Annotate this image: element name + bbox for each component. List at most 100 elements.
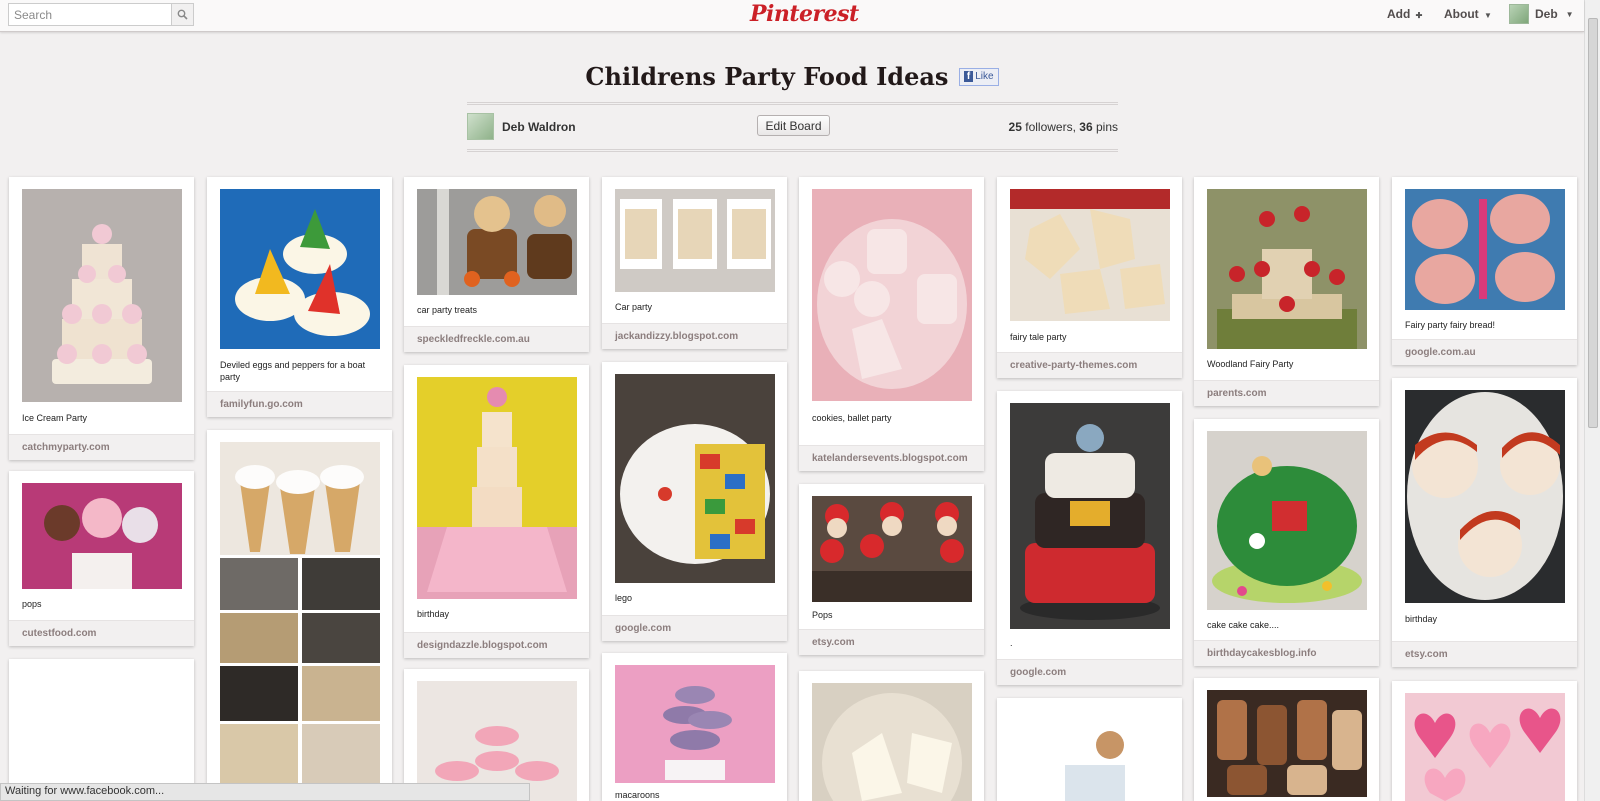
pin-card[interactable]: Deviled eggs and peppers for a boat part…	[207, 177, 392, 417]
board-owner[interactable]: Deb Waldron	[467, 113, 576, 140]
pin-source-link[interactable]: speckledfreckle.com.au	[404, 326, 589, 352]
pin-description: lego	[615, 593, 633, 603]
pin-image[interactable]	[1010, 403, 1170, 629]
pin-source-link[interactable]: cutestfood.com	[9, 620, 194, 646]
pin-description: pops	[22, 599, 42, 609]
pin-description: Car party	[615, 302, 653, 312]
pin-description: Woodland Fairy Party	[1207, 359, 1294, 369]
board-meta: Deb Waldron Edit Board 25 followers, 36 …	[467, 102, 1118, 152]
pin-image[interactable]	[220, 442, 380, 787]
pin-card[interactable]: macaroons	[602, 653, 787, 801]
pin-source-link[interactable]: catchmyparty.com	[9, 434, 194, 460]
pin-source-link[interactable]: parents.com	[1194, 380, 1379, 406]
nav-user-menu[interactable]: Deb ▼	[1509, 4, 1574, 24]
pin-source-link[interactable]: katelandersevents.blogspot.com	[799, 445, 984, 471]
pin-image[interactable]	[615, 374, 775, 583]
pin-card[interactable]: car party treats speckledfreckle.com.au	[404, 177, 589, 352]
pin-description: Pops	[812, 610, 833, 620]
pin-image[interactable]	[1405, 693, 1565, 801]
search-icon	[177, 9, 188, 20]
owner-name: Deb Waldron	[502, 119, 576, 134]
pin-image[interactable]	[812, 189, 972, 401]
search-input[interactable]	[8, 3, 171, 26]
pin-image[interactable]	[1207, 431, 1367, 610]
pin-image[interactable]	[22, 671, 182, 797]
nav-about-menu[interactable]: About ▼	[1444, 7, 1492, 21]
pin-description: birthday	[1405, 614, 1438, 624]
pin-card[interactable]: cake cake cake.... birthdaycakesblog.inf…	[1194, 419, 1379, 666]
pin-description: cake cake cake....	[1207, 620, 1280, 630]
pin-card[interactable]: birthday designdazzle.blogspot.com	[404, 365, 589, 658]
pin-card[interactable]: Car party jackandizzy.blogspot.com	[602, 177, 787, 349]
pin-image[interactable]	[417, 189, 577, 295]
pin-card[interactable]	[9, 659, 194, 801]
pin-card[interactable]: fairy tale party creative-party-themes.c…	[997, 177, 1182, 378]
pin-card[interactable]	[207, 430, 392, 801]
pin-source-link[interactable]: birthdaycakesblog.info	[1194, 640, 1379, 666]
pin-source-link[interactable]: jackandizzy.blogspot.com	[602, 323, 787, 349]
pin-card[interactable]: . google.com	[997, 391, 1182, 685]
pin-description: Deviled eggs and peppers for a boat part…	[220, 360, 366, 382]
nav-add-label: Add	[1387, 7, 1411, 21]
pin-image[interactable]	[1010, 710, 1170, 801]
pin-card[interactable]: Pops etsy.com	[799, 484, 984, 655]
pin-source-link[interactable]: google.com	[997, 659, 1182, 685]
pin-image[interactable]	[615, 189, 775, 292]
pin-source-link[interactable]: google.com.au	[1392, 339, 1577, 365]
scrollbar-thumb[interactable]	[1588, 18, 1598, 428]
nav-add-menu[interactable]: Add ✚	[1387, 7, 1422, 21]
pin-image[interactable]	[22, 483, 182, 589]
plus-icon: ✚	[1415, 11, 1423, 20]
pin-card[interactable]	[1392, 681, 1577, 801]
pins-count: 36	[1079, 120, 1093, 134]
pin-card[interactable]	[799, 671, 984, 801]
pin-card[interactable]: Fairy party fairy bread! google.com.au	[1392, 177, 1577, 365]
pin-image[interactable]	[812, 496, 972, 602]
nav-about-label: About	[1444, 7, 1479, 21]
pin-image[interactable]	[1405, 189, 1565, 310]
pin-image[interactable]	[812, 683, 972, 801]
pin-card[interactable]	[1194, 678, 1379, 801]
pin-card[interactable]: pops cutestfood.com	[9, 471, 194, 646]
board-header: Childrens Party Food Ideas f Like	[0, 62, 1584, 91]
pin-card[interactable]: Ice Cream Party catchmyparty.com	[9, 177, 194, 460]
edit-board-button[interactable]: Edit Board	[757, 115, 830, 136]
pin-card[interactable]	[997, 698, 1182, 801]
pin-image[interactable]	[1207, 189, 1367, 349]
nav-user-label: Deb	[1535, 7, 1558, 21]
pin-card[interactable]: Woodland Fairy Party parents.com	[1194, 177, 1379, 406]
pin-card[interactable]	[404, 669, 589, 801]
page-title: Childrens Party Food Ideas	[585, 62, 949, 91]
avatar	[1509, 4, 1529, 24]
pin-image[interactable]	[615, 665, 775, 783]
pin-image[interactable]	[1010, 189, 1170, 321]
chevron-down-icon: ▼	[1565, 9, 1574, 19]
page-scrollbar[interactable]	[1584, 0, 1600, 801]
pin-description: macaroons	[615, 790, 660, 800]
pin-image[interactable]	[220, 189, 380, 349]
pinterest-logo[interactable]: Pinterest	[750, 1, 859, 27]
pin-source-link[interactable]: google.com	[602, 615, 787, 641]
board-stats: 25 followers, 36 pins	[1009, 120, 1118, 134]
search-button[interactable]	[171, 3, 194, 26]
followers-label: followers,	[1025, 120, 1076, 134]
pin-description: birthday	[417, 609, 450, 619]
pin-source-link[interactable]: designdazzle.blogspot.com	[404, 632, 589, 658]
pin-image[interactable]	[1207, 690, 1367, 797]
pin-source-link[interactable]: etsy.com	[1392, 641, 1577, 667]
facebook-like-button[interactable]: f Like	[958, 67, 999, 86]
pin-source-link[interactable]: etsy.com	[799, 629, 984, 655]
pin-source-link[interactable]: familyfun.go.com	[207, 391, 392, 417]
pin-source-link[interactable]: creative-party-themes.com	[997, 352, 1182, 378]
pin-card[interactable]: birthday etsy.com	[1392, 378, 1577, 667]
pin-card[interactable]: cookies, ballet party katelandersevents.…	[799, 177, 984, 471]
pin-image[interactable]	[22, 189, 182, 402]
followers-count: 25	[1008, 120, 1022, 134]
browser-status-bar: Waiting for www.facebook.com...	[0, 783, 530, 801]
pin-image[interactable]	[417, 377, 577, 599]
pin-description: car party treats	[417, 305, 478, 315]
pin-image[interactable]	[1405, 390, 1565, 603]
pin-card[interactable]: lego google.com	[602, 362, 787, 641]
avatar	[467, 113, 494, 140]
like-label: Like	[975, 71, 994, 82]
